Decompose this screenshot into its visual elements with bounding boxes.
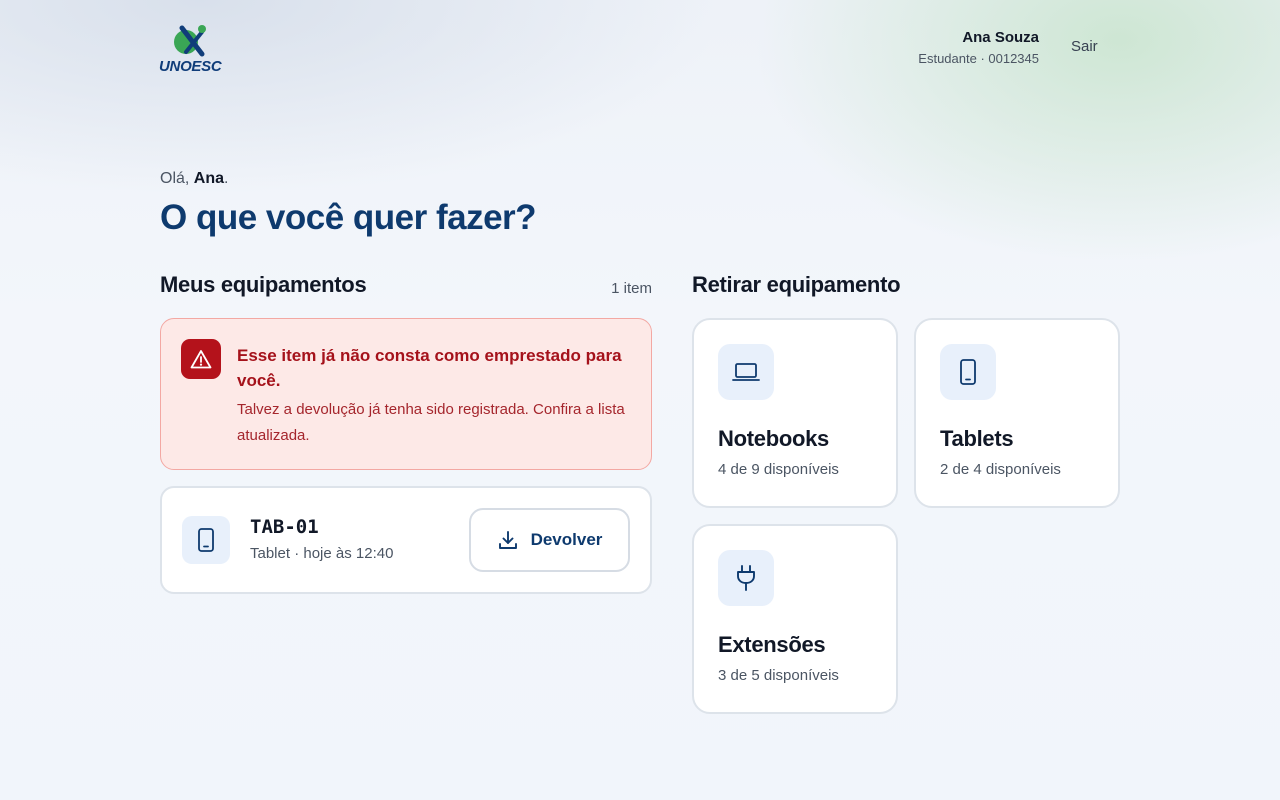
- borrowed-item-card: TAB-01 Tablet · hoje às 12:40 Devolver: [160, 486, 652, 594]
- return-button[interactable]: Devolver: [469, 508, 630, 572]
- greeting-prefix: Olá,: [160, 170, 194, 187]
- greeting-suffix: .: [224, 170, 229, 187]
- warning-triangle-icon: [181, 339, 221, 379]
- category-name: Notebooks: [718, 426, 829, 451]
- laptop-icon: [718, 344, 774, 400]
- download-icon: [498, 531, 517, 549]
- item-subtitle: Tablet · hoje às 12:40: [250, 545, 394, 562]
- header: UNOESC Ana Souza Estudante · 0012345 Sai…: [0, 0, 1280, 100]
- plug-icon: [718, 550, 774, 606]
- checkout-title: Retirar equipamento: [692, 272, 901, 297]
- category-availability: 4 de 9 disponíveis: [718, 461, 839, 478]
- my-equipment-count: 1 item: [611, 280, 652, 297]
- category-card-tablets[interactable]: Tablets 2 de 4 disponíveis: [914, 318, 1120, 508]
- user-role-id: Estudante · 0012345: [918, 51, 1039, 66]
- user-info: Ana Souza Estudante · 0012345: [918, 29, 1039, 67]
- category-card-notebooks[interactable]: Notebooks 4 de 9 disponíveis: [692, 318, 898, 508]
- page-title: O que você quer fazer?: [160, 198, 537, 237]
- alert-message: Talvez a devolução já tenha sido registr…: [237, 401, 625, 444]
- logout-link[interactable]: Sair: [1071, 38, 1098, 55]
- category-availability: 2 de 4 disponíveis: [940, 461, 1061, 478]
- unoesc-logo[interactable]: UNOESC: [158, 24, 224, 76]
- category-name: Extensões: [718, 632, 826, 657]
- tablet-icon: [182, 516, 230, 564]
- error-alert: Esse item já não consta como emprestado …: [160, 318, 652, 470]
- tablet-icon: [940, 344, 996, 400]
- return-button-label: Devolver: [530, 530, 603, 549]
- item-code: TAB-01: [250, 516, 319, 538]
- greeting: Olá, Ana.: [160, 170, 228, 188]
- logo-mark-icon: [174, 25, 206, 57]
- category-availability: 3 de 5 disponíveis: [718, 667, 839, 684]
- user-name: Ana Souza: [962, 29, 1039, 46]
- greeting-name: Ana: [193, 170, 225, 187]
- category-card-extensoes[interactable]: Extensões 3 de 5 disponíveis: [692, 524, 898, 714]
- category-name: Tablets: [940, 426, 1014, 451]
- logo-text: UNOESC: [159, 58, 222, 75]
- my-equipment-title: Meus equipamentos: [160, 272, 367, 297]
- alert-title: Esse item já não consta como emprestado …: [237, 346, 622, 390]
